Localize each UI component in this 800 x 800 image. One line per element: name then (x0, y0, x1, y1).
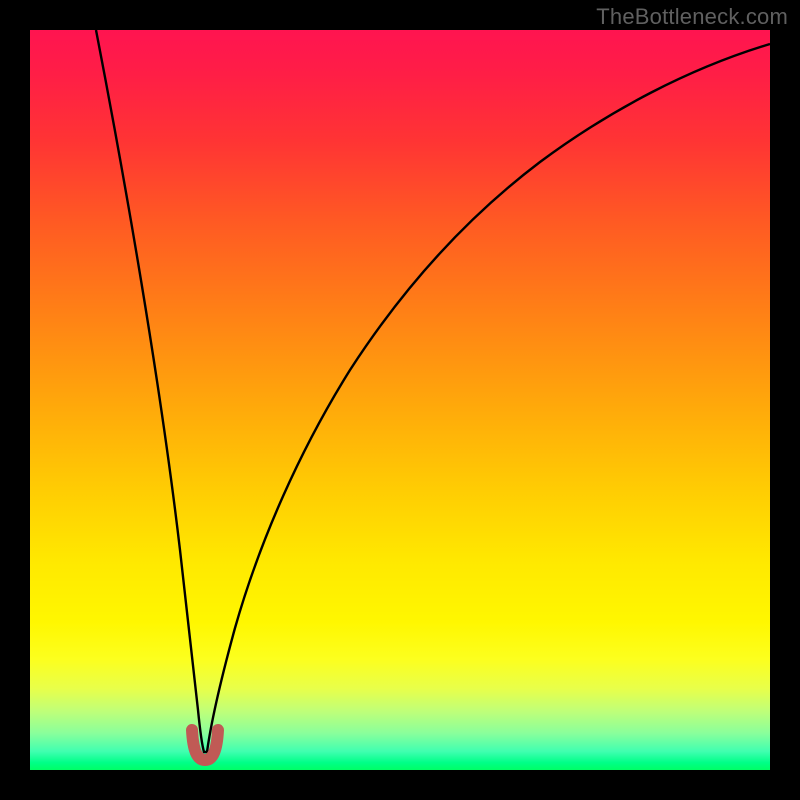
bottleneck-curve (96, 30, 770, 752)
minimum-marker (192, 730, 218, 760)
chart-frame: TheBottleneck.com (0, 0, 800, 800)
watermark-text: TheBottleneck.com (596, 4, 788, 30)
plot-area (30, 30, 770, 770)
curve-layer (30, 30, 770, 770)
